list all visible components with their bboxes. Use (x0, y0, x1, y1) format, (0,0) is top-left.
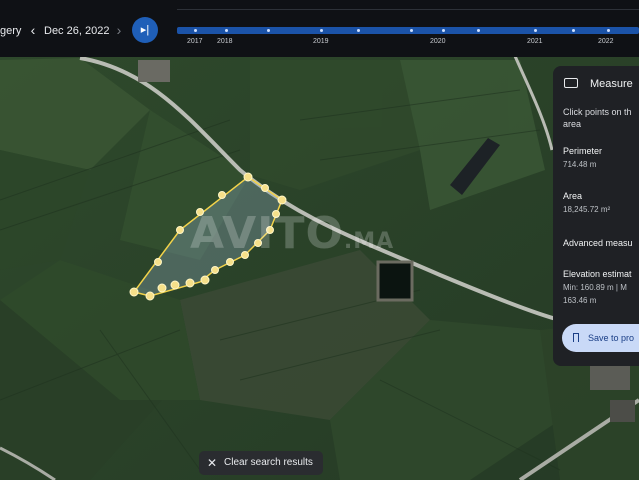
chevron-left-icon[interactable]: ‹ (26, 21, 40, 39)
avito-watermark: AVITO.MA (190, 208, 394, 259)
village-building (610, 400, 635, 422)
timeline-dot[interactable] (357, 29, 360, 32)
perimeter-value: 714.48 m (563, 160, 597, 169)
timeline-dot[interactable] (442, 29, 445, 32)
measure-instructions: Click points on th area (563, 106, 639, 130)
timeline-dot[interactable] (572, 29, 575, 32)
clear-label: Clear search results (224, 457, 313, 468)
year-label: 2020 (430, 38, 446, 45)
instruction-line: area (563, 119, 582, 129)
year-label: 2018 (217, 38, 233, 45)
measure-panel: Measure Click points on th area Perimete… (553, 66, 639, 366)
elevation-range: Min: 160.89 m | M (563, 283, 627, 292)
timeline-dot[interactable] (225, 29, 228, 32)
elevation-max: 163.46 m (563, 296, 597, 305)
timeline-dot[interactable] (320, 29, 323, 32)
clear-search-results-button[interactable]: ✕ Clear search results (199, 451, 323, 475)
save-label: Save to pro (588, 333, 635, 343)
chevron-right-icon[interactable]: › (112, 21, 126, 39)
measure-title: Measure (590, 78, 633, 90)
timeline-dot[interactable] (534, 29, 537, 32)
year-label: 2022 (598, 38, 614, 45)
elevation-label: Elevation estimat (563, 269, 632, 279)
save-to-project-button[interactable]: Save to pro (562, 324, 639, 352)
instruction-line: Click points on th (563, 107, 632, 117)
area-label: Area (563, 191, 583, 201)
timeline-dot[interactable] (194, 29, 197, 32)
timeline-track[interactable] (177, 27, 639, 34)
timeline-divider (177, 9, 639, 10)
year-label: 2017 (187, 38, 203, 45)
imagery-label: gery (0, 25, 22, 37)
farm-building (138, 60, 170, 82)
bookmark-icon (573, 333, 579, 342)
watermark-suffix: .MA (343, 229, 395, 254)
ruler-icon (564, 78, 578, 88)
perimeter-label: Perimeter (563, 146, 603, 156)
year-label: 2021 (527, 38, 543, 45)
area-value: 18,245.72 m² (563, 205, 611, 214)
watermark-main: AVITO (190, 208, 344, 259)
water-pond (376, 260, 414, 302)
skip-to-latest-icon[interactable]: ▸| (132, 17, 158, 43)
year-label: 2019 (313, 38, 329, 45)
close-icon: ✕ (207, 456, 218, 470)
timeline-dot[interactable] (477, 29, 480, 32)
advanced-measurements-link[interactable]: Advanced measu (563, 238, 633, 248)
timeline-bar: gery ‹ Dec 26, 2022 › ▸| 2017 2018 2019 … (0, 0, 639, 57)
imagery-date: Dec 26, 2022 (44, 25, 110, 37)
timeline-dot[interactable] (410, 29, 413, 32)
timeline-dot[interactable] (267, 29, 270, 32)
timeline-dot[interactable] (607, 29, 610, 32)
